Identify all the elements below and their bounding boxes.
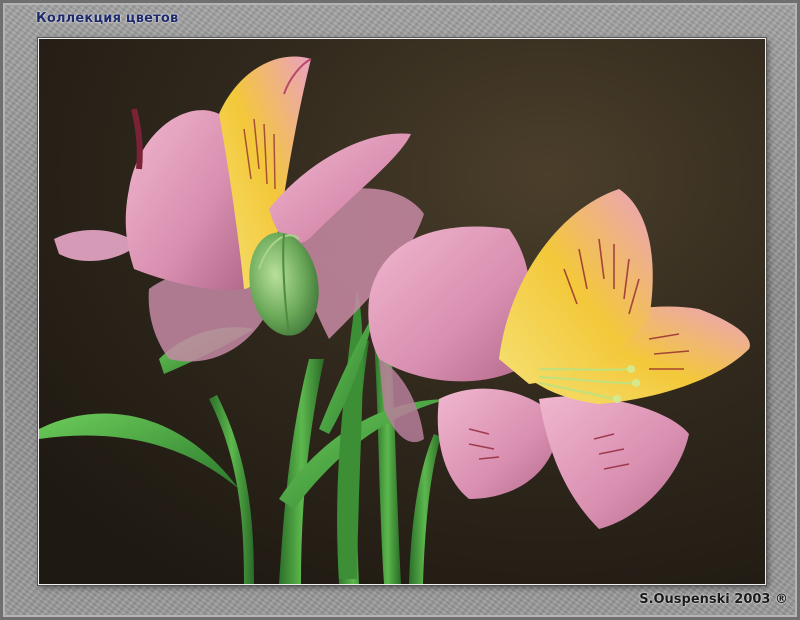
alstroemeria-flowers-image: [39, 39, 765, 584]
photo-frame: Коллекция цветов S.Ouspenski 2003 ®: [0, 0, 800, 620]
flower-photo: [38, 38, 766, 585]
photo-title: Коллекция цветов: [36, 11, 179, 26]
photo-credit: S.Ouspenski 2003 ®: [639, 592, 788, 607]
